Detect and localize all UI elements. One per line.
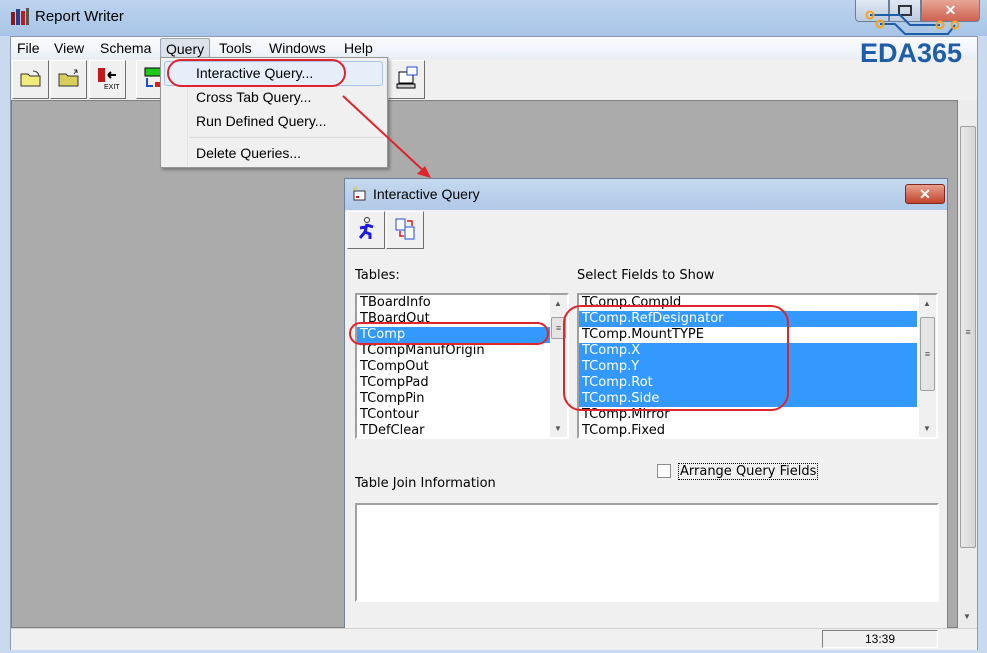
menu-item-delete-queries[interactable]: Delete Queries... (196, 145, 301, 161)
run-query-button[interactable] (347, 211, 385, 249)
folder-up-icon (57, 68, 81, 91)
annotation-ring-table (349, 322, 549, 345)
tables-label: Tables: (355, 268, 400, 283)
window-title: Report Writer (35, 8, 124, 25)
computer-icon (395, 66, 419, 93)
menu-windows[interactable]: Windows (264, 38, 331, 58)
folder-up-button[interactable] (50, 60, 87, 99)
fields-list-scrollbar[interactable]: ▲ ≡ ▼ (919, 295, 936, 437)
fields-row[interactable]: TComp.Fixed (579, 423, 917, 437)
query-icon (351, 186, 367, 205)
scroll-down-icon[interactable]: ▼ (923, 424, 931, 433)
logo-circuit-icon (865, 10, 960, 35)
dialog-title: Interactive Query (373, 186, 480, 202)
scroll-down-icon[interactable]: ▼ (554, 424, 562, 433)
title-bar (0, 0, 987, 36)
tables-row[interactable]: TCompManufOrigin (357, 343, 567, 359)
tables-row[interactable]: TContour (357, 407, 567, 423)
app-icon (10, 6, 30, 26)
open-button[interactable] (12, 60, 49, 99)
menu-item-cross-tab-query[interactable]: Cross Tab Query... (196, 89, 311, 105)
menu-file[interactable]: File (12, 38, 45, 58)
tables-row[interactable]: TBoardInfo (357, 295, 567, 311)
tables-row[interactable]: TCompPin (357, 391, 567, 407)
exit-icon: EXIT (95, 66, 121, 93)
arrange-query-fields-label[interactable]: Arrange Query Fields (678, 463, 819, 480)
annotation-ring-menu (167, 59, 346, 87)
menu-help[interactable]: Help (339, 38, 378, 58)
open-folder-icon (19, 68, 43, 91)
tables-row[interactable]: TCompOut (357, 359, 567, 375)
tables-list[interactable]: TBoardInfo TBoardOut TComp TCompManufOrigin… (355, 293, 569, 439)
menu-tools[interactable]: Tools (214, 38, 257, 58)
menu-view[interactable]: View (49, 38, 89, 58)
status-clock: 13:39 (822, 630, 938, 648)
svg-text:EXIT: EXIT (104, 84, 120, 90)
scroll-down-icon[interactable]: ▼ (963, 612, 971, 621)
scroll-up-icon[interactable]: ▲ (923, 299, 931, 308)
scrollbar-thumb[interactable]: ≡ (920, 317, 935, 391)
exit-button[interactable]: EXIT (89, 60, 126, 99)
query-layout-button[interactable] (386, 211, 424, 249)
tables-row[interactable]: TDefClear (357, 423, 567, 437)
running-man-icon (355, 216, 377, 245)
arrange-query-fields-checkbox[interactable] (657, 464, 671, 478)
table-join-textarea[interactable] (355, 503, 939, 602)
tables-row[interactable]: TCompPad (357, 375, 567, 391)
annotation-arrow-icon (342, 95, 431, 178)
annotation-ring-fields (563, 305, 789, 411)
fields-label: Select Fields to Show (577, 268, 715, 283)
documents-icon (394, 217, 416, 244)
menu-schema[interactable]: Schema (95, 38, 156, 58)
eda365-logo: EDA365 (860, 38, 963, 68)
scroll-up-icon[interactable]: ▲ (554, 299, 562, 308)
table-join-label: Table Join Information (355, 476, 496, 491)
menu-query[interactable]: Query (160, 38, 211, 58)
dialog-close-button[interactable]: ✕ (905, 184, 945, 204)
menu-item-run-defined-query[interactable]: Run Defined Query... (196, 113, 326, 129)
scrollbar-thumb[interactable]: ≡ (960, 126, 976, 548)
